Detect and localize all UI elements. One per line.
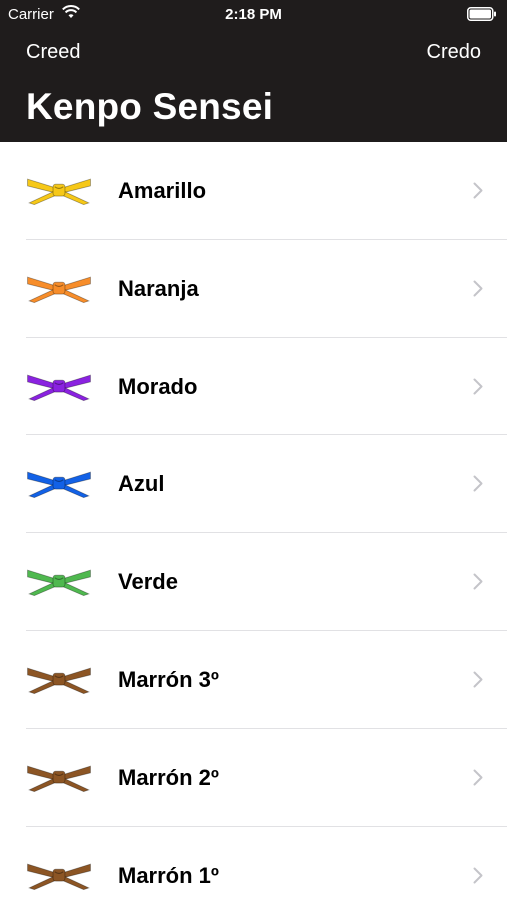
belt-label: Azul (118, 471, 165, 497)
chevron-right-icon (473, 573, 483, 590)
blue-belt-icon (27, 471, 91, 499)
list-item[interactable]: Naranja (0, 240, 507, 338)
chevron-right-icon (473, 378, 483, 395)
clock-label: 2:18 PM (225, 6, 282, 23)
yellow-belt-icon (27, 178, 91, 206)
list-item[interactable]: Marrón 2º (0, 729, 507, 827)
list-item[interactable]: Verde (0, 533, 507, 631)
belt-label: Amarillo (118, 178, 207, 203)
credo-button[interactable]: Credo (427, 41, 481, 64)
creed-button[interactable]: Creed (26, 41, 80, 64)
belt-label: Naranja (118, 275, 199, 301)
belt-label: Morado (118, 373, 198, 399)
brown-belt-icon (27, 863, 91, 890)
belt-label: Verde (118, 569, 178, 595)
brown-belt-icon (27, 667, 91, 695)
chevron-right-icon (473, 671, 483, 688)
status-bar: Carrier 2:18 PM (0, 0, 507, 30)
belt-label: Marrón 1º (118, 862, 219, 888)
page-title: Kenpo Sensei (26, 86, 274, 127)
list-item[interactable]: Morado (0, 338, 507, 436)
chevron-right-icon (473, 867, 483, 884)
brown-belt-icon (27, 765, 91, 792)
list-item[interactable]: Amarillo (0, 142, 507, 240)
purple-belt-icon (27, 374, 91, 401)
orange-belt-icon (27, 276, 91, 303)
chevron-right-icon (473, 182, 483, 199)
list-item[interactable]: Marrón 3º (0, 631, 507, 729)
green-belt-icon (27, 569, 91, 597)
belt-label: Marrón 3º (118, 666, 219, 692)
list-item[interactable]: Marrón 1º (0, 827, 507, 900)
chevron-right-icon (473, 769, 483, 786)
battery-icon (467, 7, 496, 21)
navigation-header: Carrier 2:18 PM Creed Credo Kenpo Sensei (0, 0, 507, 142)
chevron-right-icon (473, 280, 483, 297)
belt-list: Amarillo Naranja Morado Azul Verde Marró… (0, 142, 507, 900)
list-item[interactable]: Azul (0, 435, 507, 534)
chevron-right-icon (473, 475, 483, 492)
belt-label: Marrón 2º (118, 764, 219, 790)
